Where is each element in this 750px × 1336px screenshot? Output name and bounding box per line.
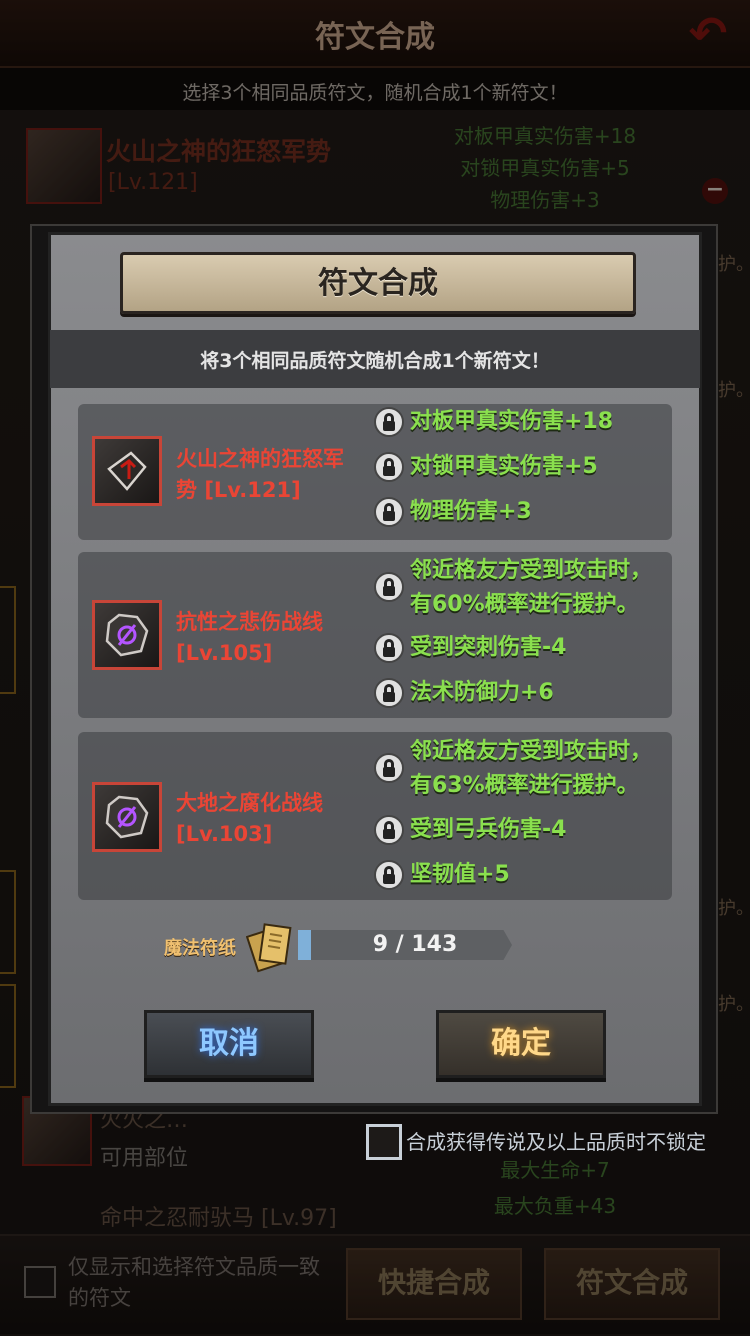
rune-stat: 受到弓兵伤害-4 bbox=[410, 817, 567, 842]
material-count: 9 / 143 bbox=[372, 932, 458, 957]
lock-icon[interactable] bbox=[374, 633, 404, 663]
no-lock-legendary-label: 合成获得传说及以上品质时不锁定 bbox=[406, 1130, 706, 1154]
confirm-button[interactable]: 确定 bbox=[436, 1010, 606, 1078]
rune-stat: 对板甲真实伤害+18 bbox=[410, 409, 614, 434]
purple-slash-rune-icon[interactable] bbox=[92, 600, 162, 670]
rune-stat: 邻近格友方受到攻击时， bbox=[410, 739, 653, 764]
lock-icon[interactable] bbox=[374, 815, 404, 845]
rune-stat: 受到突刺伤害-4 bbox=[410, 635, 567, 660]
arrow-rune-icon[interactable] bbox=[92, 436, 162, 506]
dialog-title: 符文合成 bbox=[318, 266, 438, 301]
rune-stat: 邻近格友方受到攻击时， bbox=[410, 558, 653, 583]
dialog-description: 将3个相同品质符文随机合成1个新符文！ bbox=[200, 350, 550, 372]
rune-stat: 物理伤害+3 bbox=[410, 499, 532, 524]
lock-icon[interactable] bbox=[374, 452, 404, 482]
rune-stat: 有63%概率进行援护。 bbox=[410, 773, 639, 798]
rune-stat: 坚韧值+5 bbox=[410, 862, 510, 887]
rune-level: [Lv.105] bbox=[176, 641, 273, 665]
rune-name: 大地之腐化战线 bbox=[176, 791, 323, 815]
purple-slash-rune-shape bbox=[105, 795, 149, 839]
lock-icon[interactable] bbox=[374, 572, 404, 602]
rune-name: 抗性之悲伤战线 bbox=[176, 610, 323, 634]
rune-stat: 有60%概率进行援护。 bbox=[410, 592, 639, 617]
rune-level: [Lv.103] bbox=[176, 822, 273, 846]
material-label: 魔法符纸 bbox=[164, 938, 236, 959]
rune-name-line2: 势 [Lv.121] bbox=[176, 478, 301, 502]
lock-icon[interactable] bbox=[374, 753, 404, 783]
purple-slash-rune-icon[interactable] bbox=[92, 782, 162, 852]
rune-name: 火山之神的狂怒军 bbox=[176, 447, 344, 471]
cancel-button[interactable]: 取消 bbox=[144, 1010, 314, 1078]
arrow-rune-shape bbox=[107, 451, 147, 491]
rune-stat: 法术防御力+6 bbox=[410, 680, 554, 705]
lock-icon[interactable] bbox=[374, 407, 404, 437]
rune-stat: 对锁甲真实伤害+5 bbox=[410, 454, 598, 479]
lock-icon[interactable] bbox=[374, 497, 404, 527]
rune-level: [Lv.121] bbox=[204, 478, 301, 502]
purple-slash-rune-shape bbox=[105, 613, 149, 657]
lock-icon[interactable] bbox=[374, 860, 404, 890]
magic-paper-icon bbox=[246, 923, 292, 973]
no-lock-legendary-checkbox[interactable] bbox=[366, 1124, 402, 1160]
lock-icon[interactable] bbox=[374, 678, 404, 708]
